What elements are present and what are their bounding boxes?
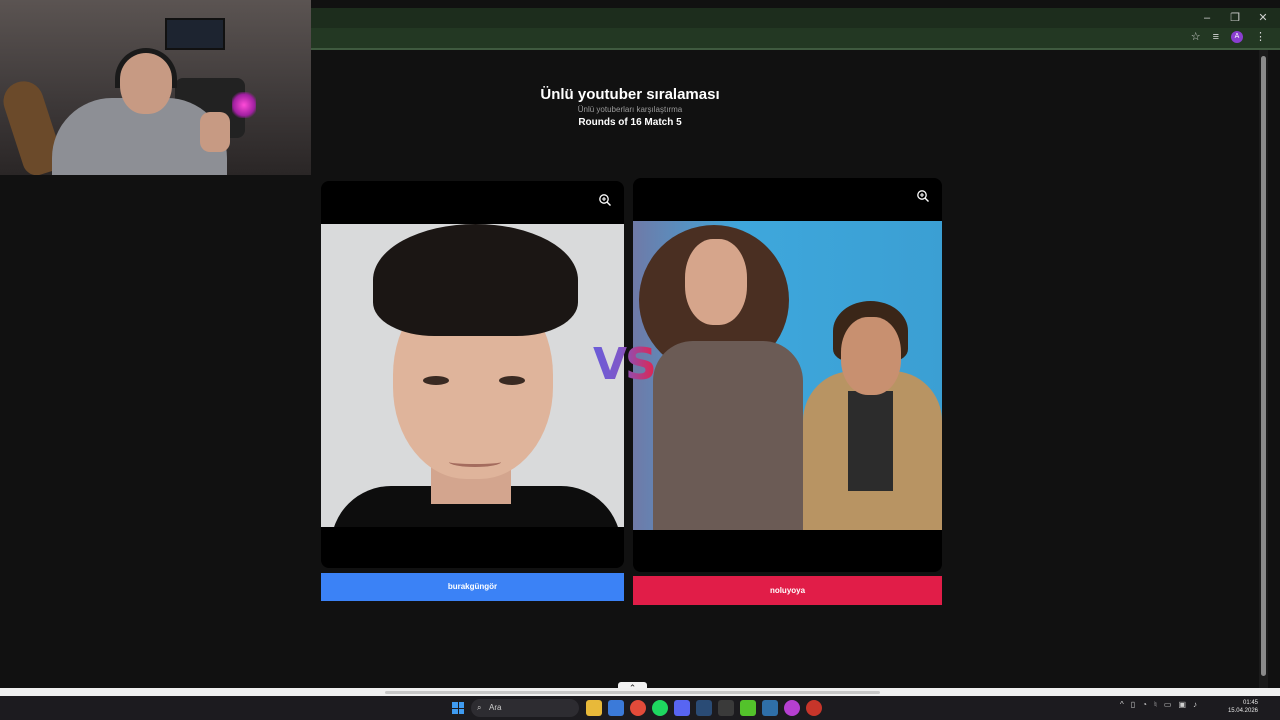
taskbar-search-placeholder: Ara <box>489 703 502 712</box>
network-icon[interactable]: ◔ <box>1142 700 1147 709</box>
page-subtitle: Ünlü yotuberları karşılaştırma <box>577 105 683 114</box>
store-icon[interactable] <box>608 700 624 716</box>
contestant-card-right[interactable] <box>633 178 942 572</box>
obs-icon[interactable] <box>806 700 822 716</box>
horizontal-scrollbar-thumb[interactable] <box>385 691 880 694</box>
spotify-icon[interactable] <box>652 700 668 716</box>
epic-games-icon[interactable] <box>718 700 734 716</box>
photo-eye <box>423 376 449 385</box>
volume-icon[interactable]: ♪ <box>1193 700 1197 709</box>
taskbar-clock[interactable]: 01:45 15.04.2026 <box>1226 699 1258 715</box>
page-title: Ünlü youtuber sıralaması <box>540 86 720 103</box>
system-tray: ^ ▯ ◔ ♮ ▭ ▣ ♪ <box>1120 700 1197 709</box>
choose-right-button[interactable]: noluyoya <box>633 576 942 605</box>
close-button[interactable]: ✕ <box>1256 10 1270 26</box>
scrollbar-thumb[interactable] <box>1261 56 1266 676</box>
display-icon[interactable]: ▣ <box>1178 700 1186 709</box>
lamp <box>232 92 256 118</box>
restore-button[interactable]: ❐ <box>1228 10 1242 26</box>
search-icon: ⌕ <box>477 703 482 712</box>
choose-left-button[interactable]: burakgüngör <box>321 573 624 601</box>
contestant-photo-left <box>321 224 624 527</box>
browser-tab-bar: – ❐ ✕ <box>311 8 1280 28</box>
window-controls: – ❐ ✕ <box>1200 10 1270 26</box>
contestant-photo-right <box>633 221 942 530</box>
vs-label: VS <box>593 339 657 390</box>
chevron-up-icon[interactable]: ^ <box>1120 700 1124 709</box>
taskbar: ⌕ Ara ^ ▯ ◔ ♮ ▭ ▣ ♪ 01:45 15.04.2026 <box>0 696 1280 720</box>
photo-eye <box>499 376 525 385</box>
file-explorer-icon[interactable] <box>586 700 602 716</box>
app-icon[interactable] <box>762 700 778 716</box>
menu-icon[interactable]: ⋮ <box>1255 30 1266 43</box>
zoom-in-icon[interactable] <box>598 193 612 207</box>
clock-date: 15.04.2026 <box>1227 708 1258 714</box>
photo-man-face <box>841 317 901 395</box>
browser-icon[interactable] <box>784 700 800 716</box>
profile-avatar[interactable]: A <box>1231 30 1243 43</box>
photo-mouth <box>449 457 501 467</box>
microphone-icon[interactable]: ♮ <box>1154 700 1157 709</box>
contestant-card-left[interactable] <box>321 181 624 568</box>
screen: – ❐ ✕ ☆ ≡ A ⋮ Ünlü youtuber sıralaması Ü… <box>0 0 1280 720</box>
browser-toolbar: ☆ ≡ A ⋮ <box>311 28 1280 48</box>
minimize-button[interactable]: – <box>1200 10 1214 26</box>
extensions-icon[interactable]: ≡ <box>1213 31 1219 43</box>
wall-art <box>165 18 225 50</box>
clock-time: 01:45 <box>1242 700 1258 706</box>
windows-start-icon[interactable] <box>452 702 464 714</box>
photo-hair <box>373 224 578 336</box>
keyboard-icon[interactable]: ▭ <box>1164 700 1172 709</box>
star-icon[interactable]: ☆ <box>1191 30 1201 43</box>
streamer-hand <box>200 112 230 152</box>
photo-man-shirt <box>848 391 893 491</box>
battery-icon[interactable]: ▯ <box>1131 700 1135 709</box>
photo-woman-body <box>653 341 803 530</box>
chrome-icon[interactable] <box>630 700 646 716</box>
play-icon[interactable] <box>740 700 756 716</box>
round-info: Rounds of 16 Match 5 <box>578 117 682 128</box>
taskbar-search[interactable]: ⌕ Ara <box>471 699 579 717</box>
headset <box>115 48 177 88</box>
toolbar-actions: ☆ ≡ A ⋮ <box>1191 30 1266 43</box>
zoom-in-icon[interactable] <box>916 189 930 203</box>
vertical-scrollbar[interactable] <box>1259 50 1268 688</box>
taskbar-apps <box>586 700 822 716</box>
photo-woman-face <box>685 239 747 325</box>
webcam-overlay <box>0 0 311 175</box>
steam-icon[interactable] <box>696 700 712 716</box>
horizontal-scrollbar[interactable] <box>0 688 1280 696</box>
discord-icon[interactable] <box>674 700 690 716</box>
